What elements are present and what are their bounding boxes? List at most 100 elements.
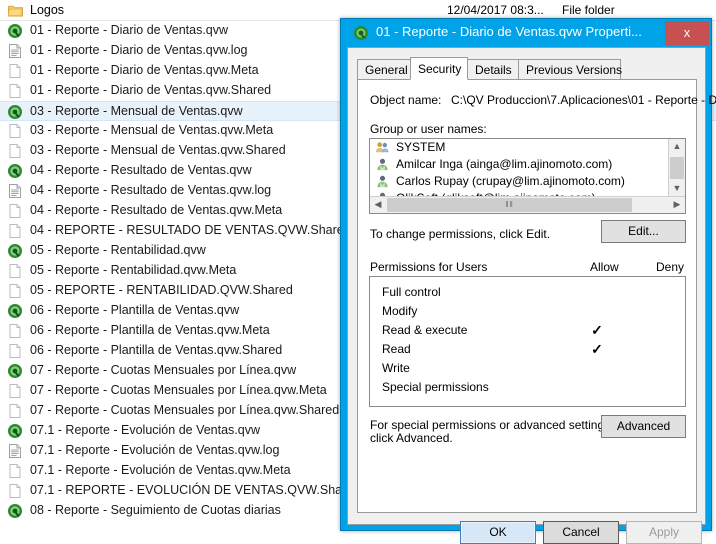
dialog-body: General Security Details Previous Versions … [347,47,716,544]
folder-name: Logos [30,3,65,17]
file-name: 03 - Reporte - Mensual de Ventas.qvw.Met… [30,123,274,137]
file-name: 05 - Reporte - Rentabilidad.qvw [30,243,206,257]
file-name: 01 - Reporte - Diario de Ventas.qvw.Meta [30,63,259,77]
permission-row[interactable]: Read ✓ [370,340,685,359]
scroll-left-icon[interactable]: ◀ [370,197,386,213]
scroll-down-icon[interactable]: ▼ [669,181,685,197]
group-list-item[interactable]: SYSTEM [370,139,668,156]
qlikview-icon [8,24,22,38]
permission-name: Special permissions [382,380,489,394]
file-name: 03 - Reporte - Mensual de Ventas.qvw [30,104,243,118]
tab-security[interactable]: Security [410,57,468,80]
qlikview-icon [354,26,368,40]
qlikview-icon [8,304,22,318]
qlikview-icon [8,105,22,119]
group-list-item[interactable]: Amilcar Inga (ainga@lim.ajinomoto.com) [370,156,668,173]
blank-file-icon [9,124,21,138]
qlikview-icon [8,504,22,518]
object-name-label: Object name: [370,93,442,107]
file-name: 07 - Reporte - Cuotas Mensuales por Líne… [30,403,340,417]
permission-row[interactable]: Modify [370,302,685,321]
file-name: 05 - REPORTE - RENTABILIDAD.QVW.Shared [30,283,293,297]
file-name: 01 - Reporte - Diario de Ventas.qvw [30,23,229,37]
folder-icon [8,5,23,17]
qlikview-icon [8,164,22,178]
permission-row[interactable]: Write [370,359,685,378]
folder-date-modified: 12/04/2017 08:3... [447,3,544,17]
permissions-list[interactable]: Full control Modify Read & execute ✓ Read ✓ Wr… [369,276,686,407]
permission-row[interactable]: Special permissions [370,378,685,397]
permission-row[interactable]: Full control [370,283,685,302]
blank-file-icon [9,264,21,278]
blank-file-icon [9,64,21,78]
file-name: 04 - Reporte - Resultado de Ventas.qvw [30,163,252,177]
group-list-item-label: SYSTEM [396,140,446,154]
object-name-value: C:\QV Produccion\7.Aplicaciones\01 - Rep… [451,93,716,107]
qlikview-icon [8,244,22,258]
group-or-user-names-label: Group or user names: [370,122,487,136]
tab-details[interactable]: Details [467,59,519,79]
permission-name: Write [382,361,410,375]
user-icon [377,158,388,171]
file-name: 06 - Reporte - Plantilla de Ventas.qvw.M… [30,323,270,337]
file-name: 07.1 - Reporte - Evolución de Ventas.qvw [30,423,260,437]
file-name: 05 - Reporte - Rentabilidad.qvw.Meta [30,263,237,277]
file-name: 07 - Reporte - Cuotas Mensuales por Líne… [30,383,327,397]
permissions-rows: Full control Modify Read & execute ✓ Read ✓ Wr… [370,277,685,397]
dialog-title: 01 - Reporte - Diario de Ventas.qvw Prop… [376,24,642,39]
edit-button[interactable]: Edit... [601,220,686,243]
vertical-scroll-thumb[interactable] [670,157,684,179]
close-icon[interactable]: x [665,21,709,45]
blank-file-icon [9,484,21,498]
permission-row[interactable]: Read & execute ✓ [370,321,685,340]
qlikview-icon [8,364,22,378]
permission-name: Read [382,342,411,356]
log-file-icon [9,184,21,198]
blank-file-icon [9,384,21,398]
tab-strip: General Security Details Previous Versions [357,57,697,80]
permission-name: Modify [382,304,418,318]
allow-checkmark-icon[interactable]: ✓ [590,321,604,340]
file-name: 07.1 - REPORTE - EVOLUCIÓN DE VENTAS.QVW… [30,483,361,497]
dialog-titlebar[interactable]: 01 - Reporte - Diario de Ventas.qvw Prop… [341,19,711,47]
permissions-for-users-label: Permissions for Users [370,260,488,274]
advanced-button[interactable]: Advanced [601,415,686,438]
scroll-right-icon[interactable]: ▶ [669,197,685,213]
log-file-icon [9,444,21,458]
horizontal-scroll-thumb[interactable]: ‖‖ [387,198,632,212]
file-name: 03 - Reporte - Mensual de Ventas.qvw.Sha… [30,143,286,157]
group-list-horizontal-scrollbar[interactable]: ◀ ‖‖ ▶ [370,196,685,213]
group-or-user-names-list[interactable]: SYSTEM Amilcar Inga (ainga@lim.ajinomoto.… [369,138,686,214]
blank-file-icon [9,404,21,418]
tab-previous-versions[interactable]: Previous Versions [518,59,622,79]
file-name: 04 - Reporte - Resultado de Ventas.qvw.l… [30,183,272,197]
file-name: 01 - Reporte - Diario de Ventas.qvw.log [30,43,248,57]
qlikview-icon [8,424,22,438]
group-list-item-label: Carlos Rupay (crupay@lim.ajinomoto.com) [396,174,625,188]
group-list-vertical-scrollbar[interactable]: ▲ ▼ [668,139,685,197]
file-name: 06 - Reporte - Plantilla de Ventas.qvw [30,303,240,317]
blank-file-icon [9,84,21,98]
file-name: 07.1 - Reporte - Evolución de Ventas.qvw… [30,443,280,457]
file-name: 04 - REPORTE - RESULTADO DE VENTAS.QVW.S… [30,223,351,237]
file-name: 07.1 - Reporte - Evolución de Ventas.qvw… [30,463,291,477]
group-list-item-label: Amilcar Inga (ainga@lim.ajinomoto.com) [396,157,613,171]
advanced-hint-line-1: For special permissions or advanced sett… [370,418,614,432]
folder-type: File folder [562,3,615,17]
security-tab-panel: Object name: C:\QV Produccion\7.Aplicaci… [357,79,716,513]
properties-dialog: 01 - Reporte - Diario de Ventas.qvw Prop… [340,18,716,544]
allow-checkmark-icon[interactable]: ✓ [590,340,604,359]
file-name: 08 - Reporte - Seguimiento de Cuotas dia… [30,503,281,517]
tab-general[interactable]: General [357,59,411,79]
blank-file-icon [9,324,21,338]
group-list-item[interactable]: Carlos Rupay (crupay@lim.ajinomoto.com) [370,173,668,190]
scroll-up-icon[interactable]: ▲ [669,139,685,155]
file-name: 04 - Reporte - Resultado de Ventas.qvw.M… [30,203,283,217]
user-icon [377,175,388,188]
group-icon [375,142,389,153]
file-name: 06 - Reporte - Plantilla de Ventas.qvw.S… [30,343,283,357]
blank-file-icon [9,224,21,238]
allow-column-header: Allow [590,260,619,274]
blank-file-icon [9,344,21,358]
advanced-hint-line-2: click Advanced. [370,431,453,445]
